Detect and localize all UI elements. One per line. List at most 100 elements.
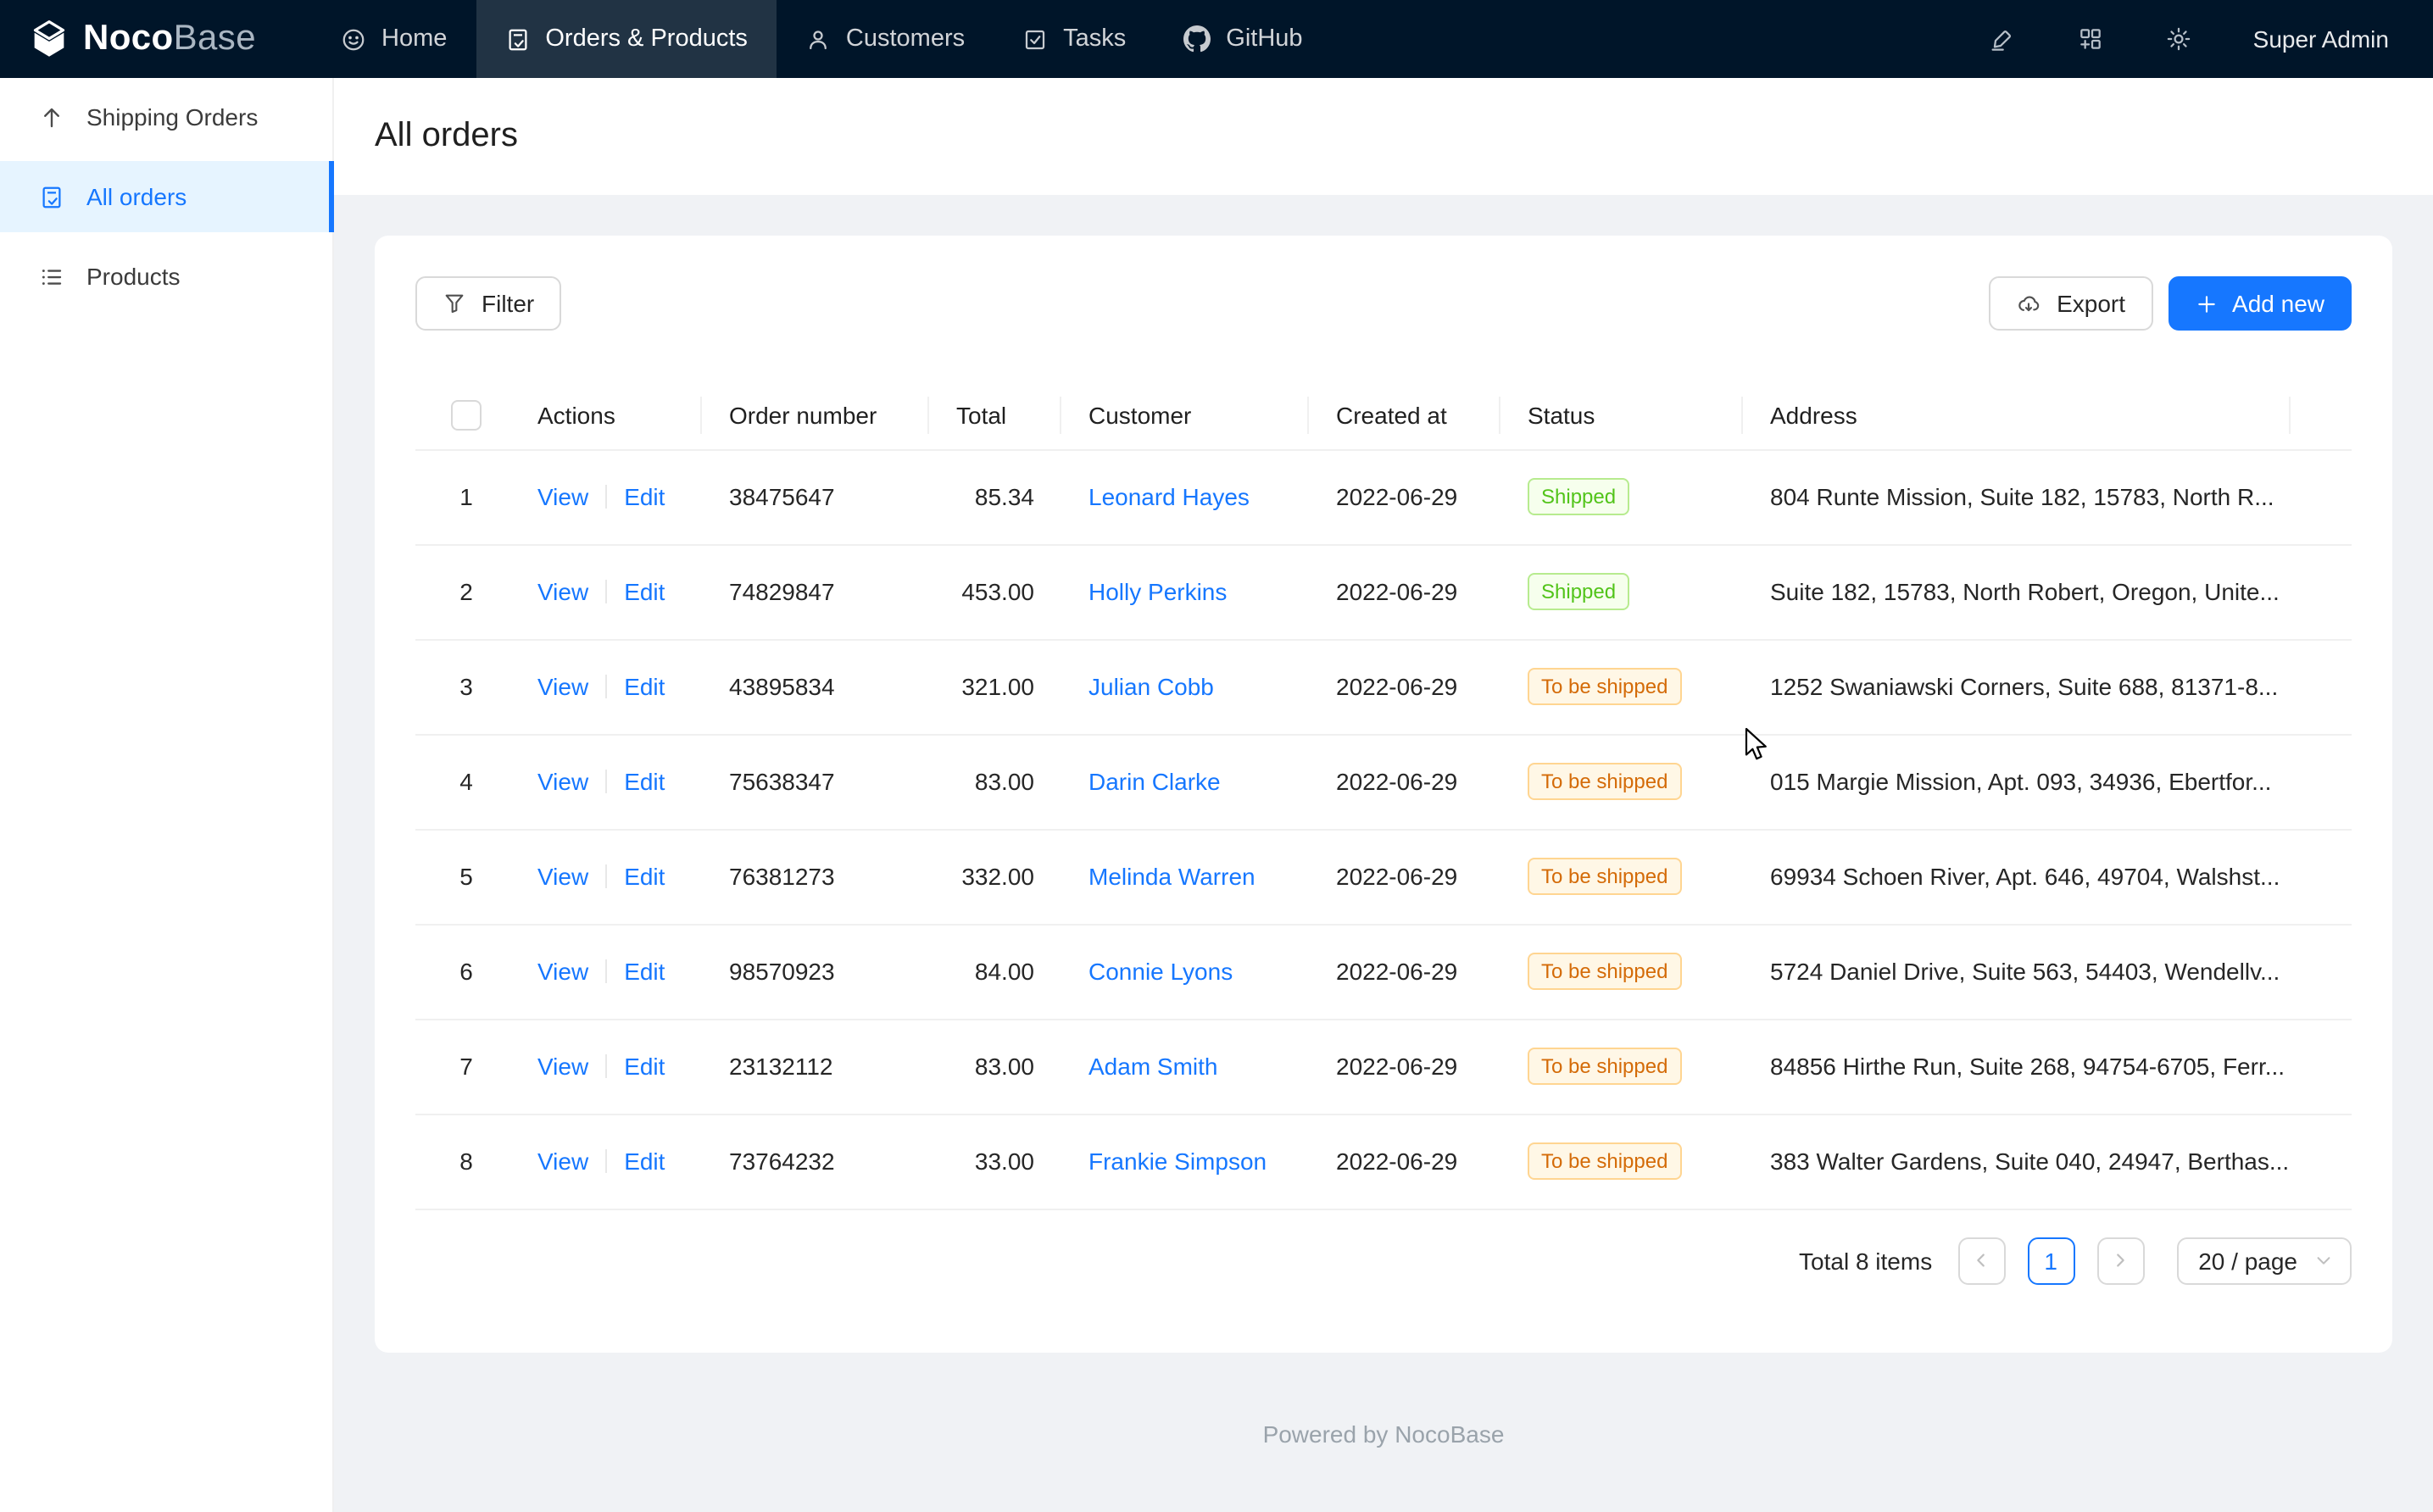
page-size-select[interactable]: 20 / page	[2176, 1237, 2352, 1284]
customer-link[interactable]: Connie Lyons	[1088, 958, 1233, 985]
column-header-created-at: Created at	[1309, 381, 1500, 449]
toolbar-right: Export Add new	[1989, 276, 2352, 331]
created-at-cell: 2022-06-29	[1309, 1019, 1500, 1114]
status-cell: To be shipped	[1500, 1019, 1743, 1114]
app-window: NocoBase Home Orders	[0, 0, 2433, 1512]
select-all-checkbox[interactable]	[451, 400, 482, 431]
view-link[interactable]: View	[537, 863, 588, 890]
view-link[interactable]: View	[537, 1053, 588, 1080]
pagination-next-button[interactable]	[2096, 1237, 2144, 1284]
action-divider	[605, 864, 607, 888]
total-cell: 83.00	[929, 1019, 1061, 1114]
pagination-page-1[interactable]: 1	[2027, 1237, 2074, 1284]
team-icon	[805, 26, 831, 52]
row-index-cell: 7	[415, 1019, 517, 1114]
sidebar-item-shipping-orders[interactable]: Shipping Orders	[0, 81, 332, 153]
brand-logo[interactable]: NocoBase	[0, 0, 312, 78]
column-header-order-number: Order number	[702, 381, 929, 449]
orders-table-body: 1 ViewEdit 38475647 85.34 Leonard Hayes …	[415, 449, 2352, 1209]
status-badge: Shipped	[1528, 478, 1629, 515]
github-icon	[1183, 25, 1211, 53]
table-row: 5 ViewEdit 76381273 332.00 Melinda Warre…	[415, 829, 2352, 924]
nav-item-home[interactable]: Home	[312, 0, 476, 78]
edit-link[interactable]: Edit	[624, 673, 665, 700]
nav-item-github[interactable]: GitHub	[1155, 0, 1331, 78]
table-row: 1 ViewEdit 38475647 85.34 Leonard Hayes …	[415, 449, 2352, 544]
sidebar-item-all-orders[interactable]: All orders	[0, 161, 332, 232]
customer-link[interactable]: Darin Clarke	[1088, 768, 1221, 795]
nav-item-label: Orders & Products	[545, 25, 748, 53]
action-divider	[605, 959, 607, 983]
status-cell: To be shipped	[1500, 1114, 1743, 1209]
action-divider	[605, 770, 607, 793]
page-title: All orders	[375, 117, 518, 156]
customer-cell: Holly Perkins	[1061, 544, 1309, 639]
plugin-blocks-icon[interactable]	[2077, 25, 2104, 53]
edit-link[interactable]: Edit	[624, 863, 665, 890]
column-header-actions: Actions	[517, 381, 702, 449]
orders-card: Filter Export	[375, 236, 2392, 1353]
filter-button[interactable]: Filter	[415, 276, 561, 331]
created-at-cell: 2022-06-29	[1309, 924, 1500, 1019]
sidebar-item-products[interactable]: Products	[0, 241, 332, 312]
customer-link[interactable]: Frankie Simpson	[1088, 1148, 1267, 1175]
view-link[interactable]: View	[537, 578, 588, 605]
column-header-address: Address	[1743, 381, 2291, 449]
total-cell: 83.00	[929, 734, 1061, 829]
edit-link[interactable]: Edit	[624, 578, 665, 605]
nav-item-customers[interactable]: Customers	[777, 0, 994, 78]
row-index-cell: 3	[415, 639, 517, 734]
plus-icon	[2195, 292, 2217, 314]
nav-item-orders-products[interactable]: Orders & Products	[476, 0, 777, 78]
status-badge: To be shipped	[1528, 1048, 1681, 1085]
settings-icon[interactable]	[2165, 25, 2192, 53]
add-new-button[interactable]: Add new	[2168, 276, 2352, 331]
order-number-cell: 23132112	[702, 1019, 929, 1114]
order-number-cell: 74829847	[702, 544, 929, 639]
edit-link[interactable]: Edit	[624, 958, 665, 985]
edit-link[interactable]: Edit	[624, 483, 665, 510]
address-cell: 5724 Daniel Drive, Suite 563, 54403, Wen…	[1743, 924, 2291, 1019]
customer-link[interactable]: Julian Cobb	[1088, 673, 1214, 700]
row-index-cell: 6	[415, 924, 517, 1019]
view-link[interactable]: View	[537, 673, 588, 700]
chevron-down-icon	[2314, 1251, 2333, 1270]
table-row: 2 ViewEdit 74829847 453.00 Holly Perkins…	[415, 544, 2352, 639]
action-divider	[605, 1149, 607, 1173]
address-cell: 1252 Swaniawski Corners, Suite 688, 8137…	[1743, 639, 2291, 734]
row-actions-cell: View Edit	[517, 1019, 702, 1114]
row-spacer-cell	[2291, 1114, 2352, 1209]
table-header-row: Actions Order number Total Customer Crea…	[415, 381, 2352, 449]
order-number-cell: 98570923	[702, 924, 929, 1019]
customer-link[interactable]: Holly Perkins	[1088, 578, 1227, 605]
file-done-icon	[504, 26, 530, 52]
address-cell: Suite 182, 15783, North Robert, Oregon, …	[1743, 544, 2291, 639]
ui-editor-icon[interactable]	[1989, 25, 2016, 53]
table-row: 6 ViewEdit 98570923 84.00 Connie Lyons 2…	[415, 924, 2352, 1019]
customer-link[interactable]: Leonard Hayes	[1088, 483, 1250, 510]
view-link[interactable]: View	[537, 1148, 588, 1175]
table-row: 3 ViewEdit 43895834 321.00 Julian Cobb 2…	[415, 639, 2352, 734]
orders-table: Actions Order number Total Customer Crea…	[415, 381, 2352, 1209]
pagination-prev-button[interactable]	[1957, 1237, 2005, 1284]
edit-link[interactable]: Edit	[624, 768, 665, 795]
column-header-customer: Customer	[1061, 381, 1309, 449]
customer-cell: Leonard Hayes	[1061, 449, 1309, 544]
nav-item-tasks[interactable]: Tasks	[994, 0, 1155, 78]
view-link[interactable]: View	[537, 483, 588, 510]
table-row: 8 ViewEdit 73764232 33.00 Frankie Simpso…	[415, 1114, 2352, 1209]
order-number-cell: 43895834	[702, 639, 929, 734]
edit-link[interactable]: Edit	[624, 1148, 665, 1175]
view-link[interactable]: View	[537, 768, 588, 795]
edit-link[interactable]: Edit	[624, 1053, 665, 1080]
user-menu[interactable]: Super Admin	[2253, 25, 2389, 53]
view-link[interactable]: View	[537, 958, 588, 985]
table-row: 7 View Edit 23132112 83.00 Adam Smith 202…	[415, 1019, 2352, 1114]
address-cell: 69934 Schoen River, Apt. 646, 49704, Wal…	[1743, 829, 2291, 924]
export-button[interactable]: Export	[1989, 276, 2152, 331]
nocobase-logo-icon	[27, 17, 71, 61]
action-divider	[605, 1054, 607, 1078]
customer-link[interactable]: Melinda Warren	[1088, 863, 1255, 890]
customer-link[interactable]: Adam Smith	[1088, 1053, 1218, 1080]
status-cell: Shipped	[1500, 544, 1743, 639]
